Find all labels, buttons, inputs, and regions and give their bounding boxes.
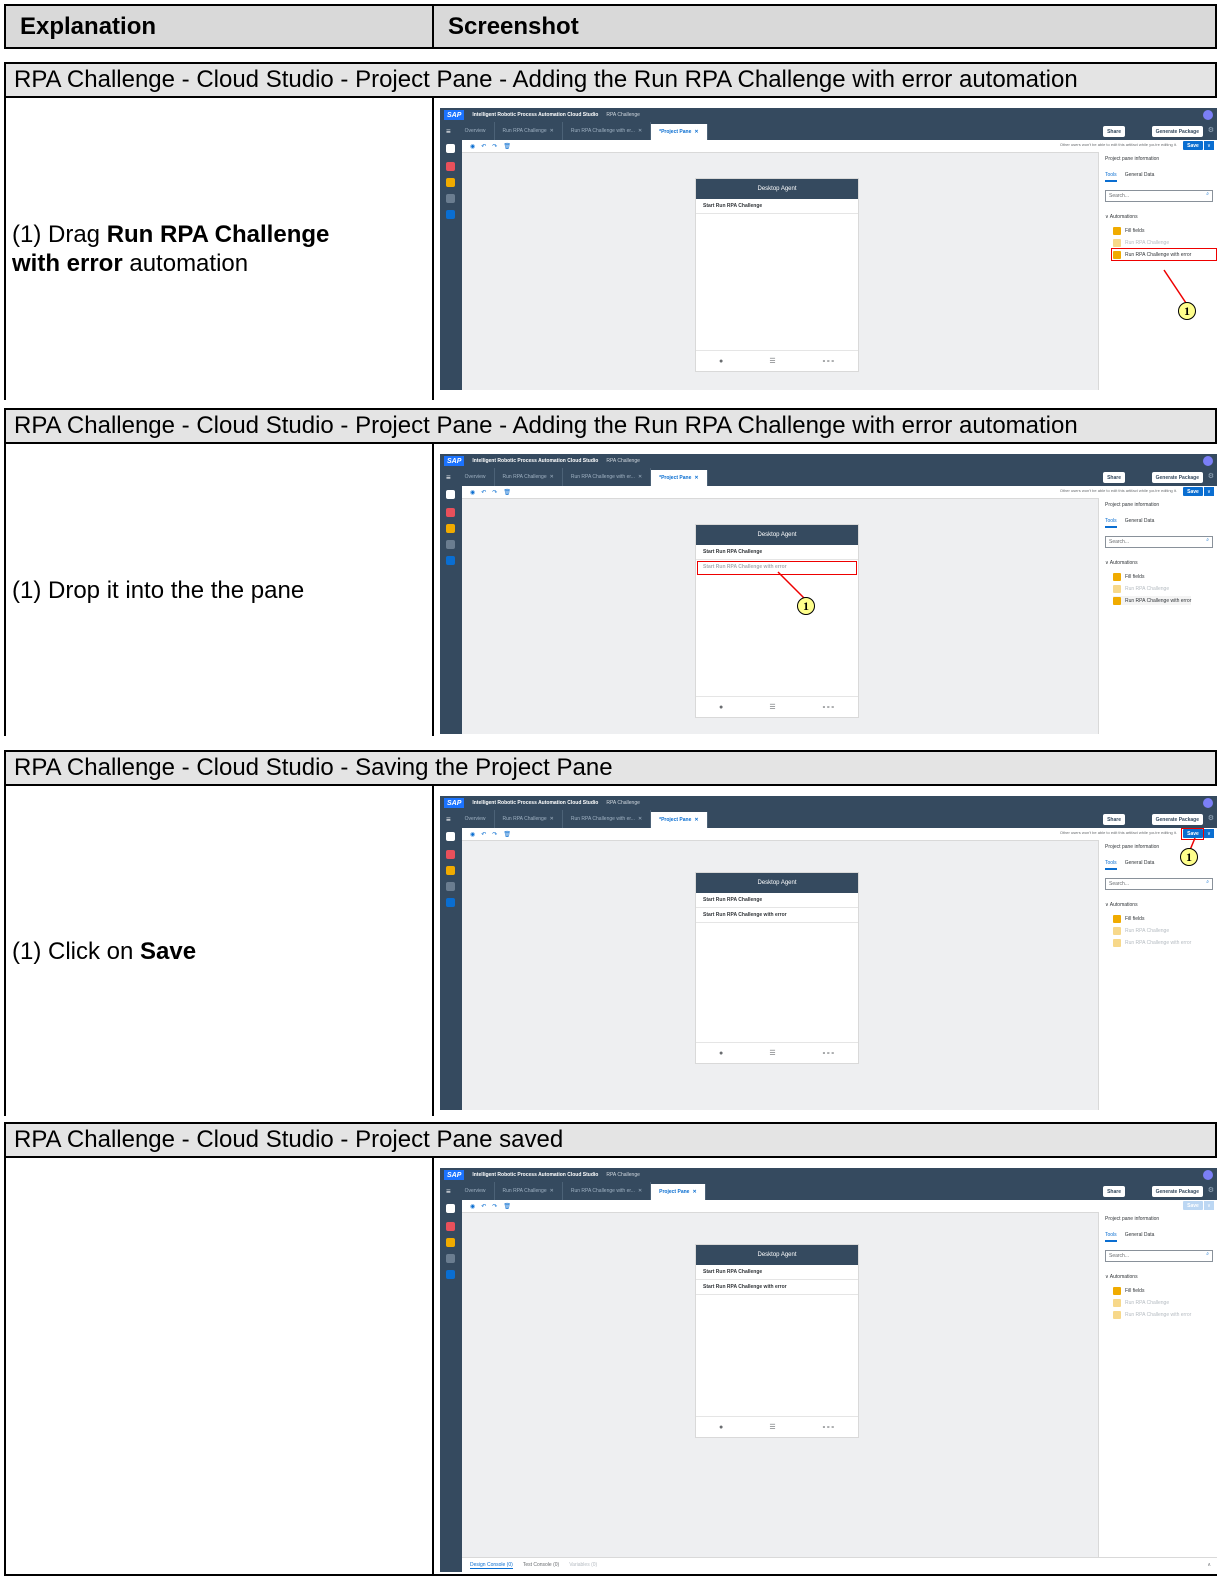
project-name: RPA Challenge (606, 1172, 640, 1178)
step-text: (1) Click on (12, 937, 134, 965)
sap-logo: SAP (444, 1170, 465, 1180)
menu-icon[interactable]: ≡ (440, 1187, 457, 1196)
callout-line (1163, 269, 1187, 304)
section-title: RPA Challenge - Cloud Studio - Project P… (4, 62, 1217, 98)
agent-footer: ● ☰ ∘∘∘ (696, 1416, 858, 1437)
chevron-up-icon[interactable]: ∧ (1207, 1562, 1211, 1568)
sidebar-icon[interactable] (446, 1222, 455, 1231)
save-button[interactable]: Save (1183, 1201, 1203, 1210)
automation-item[interactable]: Run RPA Challenge (1113, 1298, 1169, 1307)
delete-icon[interactable]: 🗑 (503, 1203, 511, 1210)
section-title: RPA Challenge - Cloud Studio - Project P… (4, 1122, 1217, 1158)
view-icon[interactable]: ◉ (470, 1203, 475, 1210)
callout-badge: 1 (1178, 302, 1196, 320)
section-title: RPA Challenge - Cloud Studio - Project P… (4, 408, 1217, 444)
more-icon[interactable]: ∘∘∘ (822, 1423, 835, 1431)
tab-general-data[interactable]: General Data (1125, 1232, 1155, 1242)
screenshot-3: SAP Intelligent Robotic Process Automati… (440, 796, 1217, 1110)
step-text: (1) Drop it into the the pane (12, 576, 305, 604)
step-explanation (4, 1158, 434, 1576)
search-icon: ⌕ (1206, 1251, 1209, 1257)
step-text: automation (122, 250, 249, 277)
agent-title: Desktop Agent (696, 1245, 858, 1265)
step-bold: Save (140, 937, 197, 965)
automation-item[interactable]: Run RPA Challenge with error (1113, 1310, 1191, 1319)
tab-variables[interactable]: Variables (0) (569, 1562, 597, 1568)
screenshot-4: SAP Intelligent Robotic Process Automati… (440, 1168, 1217, 1572)
desktop-agent-card: Desktop Agent Start Run RPA Challenge St… (695, 1244, 859, 1438)
callout-badge: 1 (1180, 848, 1198, 866)
automation-item[interactable]: Fill fields (1113, 1286, 1144, 1295)
automation-icon (1113, 1310, 1121, 1319)
automation-icon (1113, 1286, 1121, 1295)
avatar[interactable] (1203, 1170, 1213, 1180)
step-text: (1) Drag (12, 221, 107, 248)
agent-icon[interactable]: ● (719, 1424, 723, 1431)
tab-bar: ≡ Overview Run RPA Challenge ✕ Run RPA C… (440, 1182, 1217, 1200)
sidebar-icon[interactable] (446, 1238, 455, 1247)
share-button[interactable]: Share (1103, 1186, 1125, 1197)
tab-project-pane[interactable]: Project Pane ✕ (651, 1184, 706, 1200)
chevron-down-icon[interactable]: ∨ (1204, 1201, 1214, 1210)
sidebar-icon[interactable] (446, 1270, 455, 1279)
automation-icon (1113, 1298, 1121, 1307)
pane-tabs: Tools General Data (1105, 1232, 1154, 1242)
step-explanation: (1) Click on Save (4, 786, 434, 1116)
callout-line (777, 571, 805, 599)
generate-package-button[interactable]: Generate Package (1151, 1186, 1203, 1197)
automations-header[interactable]: ∨ Automations (1105, 1274, 1138, 1280)
tab-test-console[interactable]: Test Console (0) (523, 1562, 559, 1568)
sidebar-icon[interactable] (446, 1254, 455, 1263)
search-input[interactable]: Search... ⌕ (1105, 1250, 1213, 1262)
step-explanation: (1) Drop it into the the pane (4, 444, 434, 736)
tab-overview[interactable]: Overview (457, 1182, 495, 1200)
callout-line (1189, 837, 1196, 851)
tab-tools[interactable]: Tools (1105, 1232, 1117, 1242)
tab-run-rpa-error[interactable]: Run RPA Challenge with er... ✕ (563, 1182, 652, 1200)
left-sidebar (440, 1200, 462, 1572)
header-explanation: Explanation (4, 4, 436, 49)
console-bar: Design Console (0) Test Console (0) Vari… (462, 1557, 1217, 1572)
undo-icon[interactable]: ↶ (481, 1203, 486, 1210)
redo-icon[interactable]: ↷ (492, 1203, 497, 1210)
add-icon[interactable] (446, 1204, 455, 1213)
callout-badge: 1 (797, 597, 815, 615)
section-title: RPA Challenge - Cloud Studio - Saving th… (4, 750, 1217, 786)
agent-row[interactable]: Start Run RPA Challenge with error (696, 1280, 858, 1295)
app-name: Intelligent Robotic Process Automation C… (472, 1172, 599, 1178)
screenshot-1: SAP Intelligent Robotic Process Automati… (440, 108, 1217, 390)
shell-bar: SAP Intelligent Robotic Process Automati… (440, 1168, 1217, 1182)
header-screenshot: Screenshot (432, 4, 1217, 49)
tab-run-rpa[interactable]: Run RPA Challenge ✕ (495, 1182, 563, 1200)
gear-icon[interactable]: ⚙ (1208, 1186, 1214, 1194)
list-icon[interactable]: ☰ (769, 1423, 775, 1431)
pane-title: Project pane information (1105, 1216, 1160, 1222)
screenshot-2: SAP Intelligent Robotic Process Automati… (440, 454, 1217, 734)
agent-row[interactable]: Start Run RPA Challenge (696, 1265, 858, 1280)
project-pane-info: Project pane information Tools General D… (1098, 1212, 1217, 1558)
tab-design-console[interactable]: Design Console (0) (470, 1562, 513, 1569)
step-explanation: (1) Drag Run RPA Challenge with error au… (4, 98, 434, 400)
